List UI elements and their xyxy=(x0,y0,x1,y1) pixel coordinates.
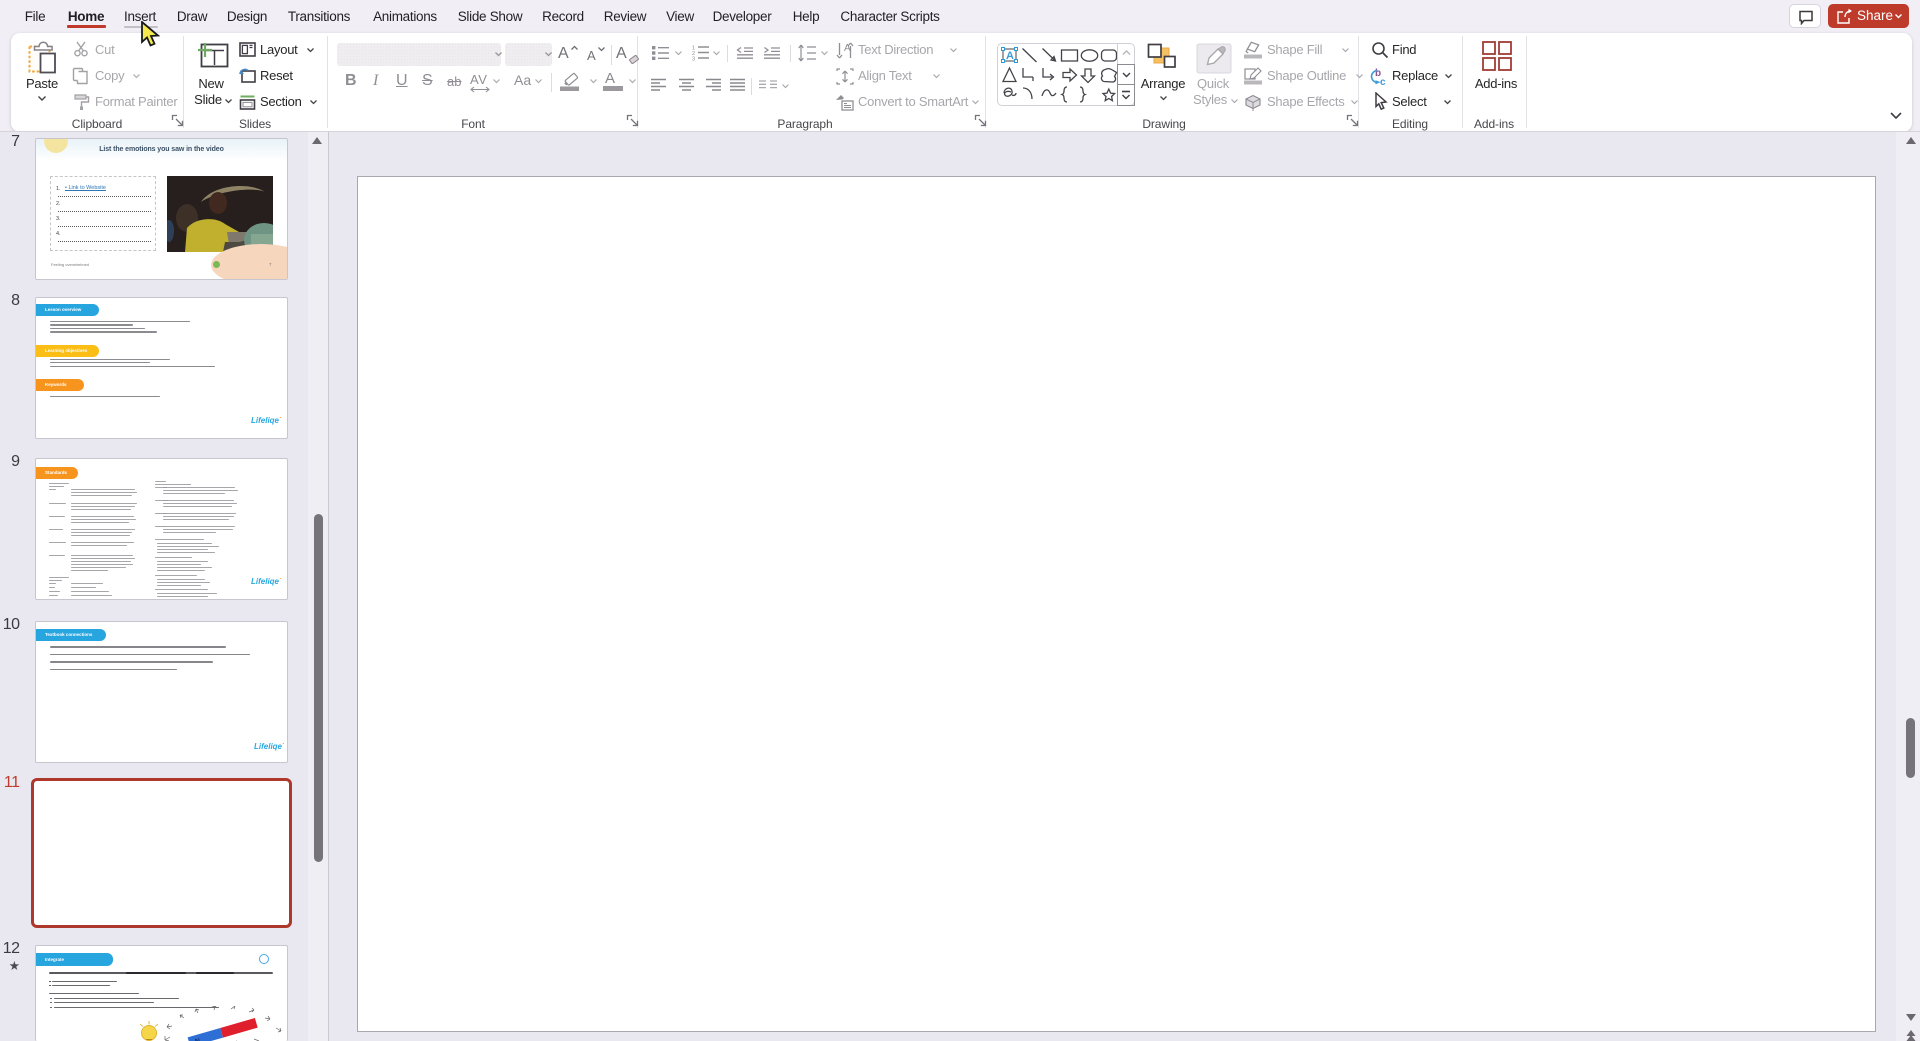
svg-text:3: 3 xyxy=(692,57,695,62)
svg-text:c: c xyxy=(1380,77,1386,86)
svg-text:A: A xyxy=(1006,50,1014,62)
